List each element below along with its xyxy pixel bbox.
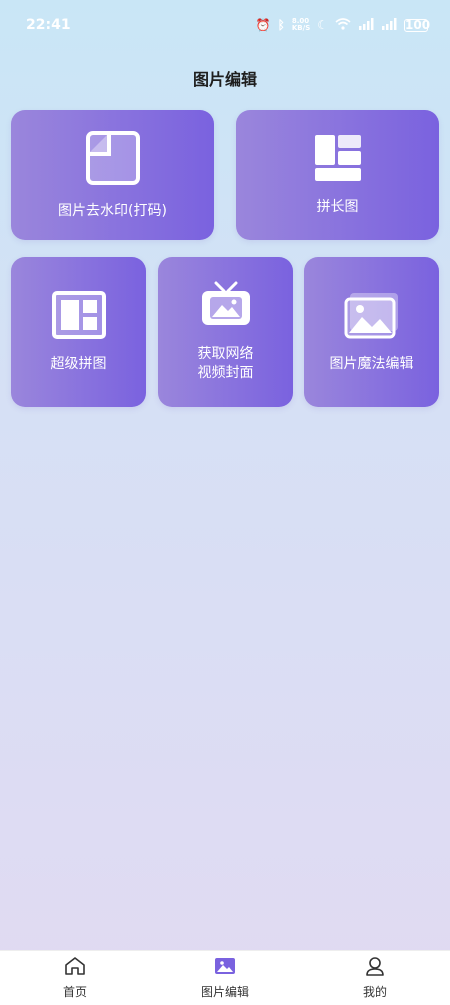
moon-icon: ☾ bbox=[317, 18, 328, 32]
watermark-square-icon bbox=[85, 130, 141, 190]
card-label: 拼长图 bbox=[316, 198, 359, 215]
network-speed: 8.00 KB/S bbox=[291, 17, 311, 32]
magic-edit-card[interactable]: 图片魔法编辑 bbox=[304, 257, 439, 407]
battery-icon: 100 bbox=[404, 17, 431, 32]
user-icon bbox=[364, 956, 386, 980]
home-icon bbox=[64, 956, 86, 980]
collage-layout-icon bbox=[51, 290, 106, 343]
video-cover-card[interactable]: 获取网络 视频封面 bbox=[158, 257, 293, 407]
alarm-icon: ⏰ bbox=[255, 18, 271, 32]
picture-landscape-icon bbox=[344, 291, 400, 343]
signal-icon-1 bbox=[358, 17, 374, 33]
tab-label: 我的 bbox=[362, 985, 387, 999]
bluetooth-icon: ᛒ bbox=[277, 18, 285, 32]
watermark-remove-card[interactable]: 图片去水印(打码) bbox=[11, 110, 214, 240]
long-image-card[interactable]: 拼长图 bbox=[236, 110, 439, 240]
card-label: 超级拼图 bbox=[50, 355, 107, 372]
status-time: 22:41 bbox=[26, 17, 71, 33]
tab-label: 首页 bbox=[62, 985, 87, 999]
card-label: 获取网络 视频封面 bbox=[197, 346, 254, 381]
status-icons: ⏰ ᛒ 8.00 KB/S ☾ 100 bbox=[255, 17, 431, 33]
tab-image-edit[interactable]: 图片编辑 bbox=[165, 956, 285, 1000]
page-title: 图片编辑 bbox=[192, 70, 257, 89]
wifi-icon bbox=[335, 17, 351, 33]
card-label: 图片魔法编辑 bbox=[329, 355, 414, 372]
tab-home[interactable]: 首页 bbox=[15, 956, 135, 1000]
super-collage-card[interactable]: 超级拼图 bbox=[11, 257, 146, 407]
image-icon bbox=[214, 956, 236, 980]
status-bar: 22:41 ⏰ ᛒ 8.00 KB/S ☾ 100 bbox=[0, 0, 450, 50]
tab-mine[interactable]: 我的 bbox=[315, 956, 435, 1000]
tv-icon bbox=[200, 281, 252, 333]
long-image-grid-icon bbox=[314, 134, 362, 186]
signal-icon-2 bbox=[381, 17, 397, 33]
bottom-tab-bar: 首页 图片编辑 我的 bbox=[0, 950, 450, 1005]
card-label: 图片去水印(打码) bbox=[58, 202, 167, 219]
tab-label: 图片编辑 bbox=[200, 985, 249, 999]
